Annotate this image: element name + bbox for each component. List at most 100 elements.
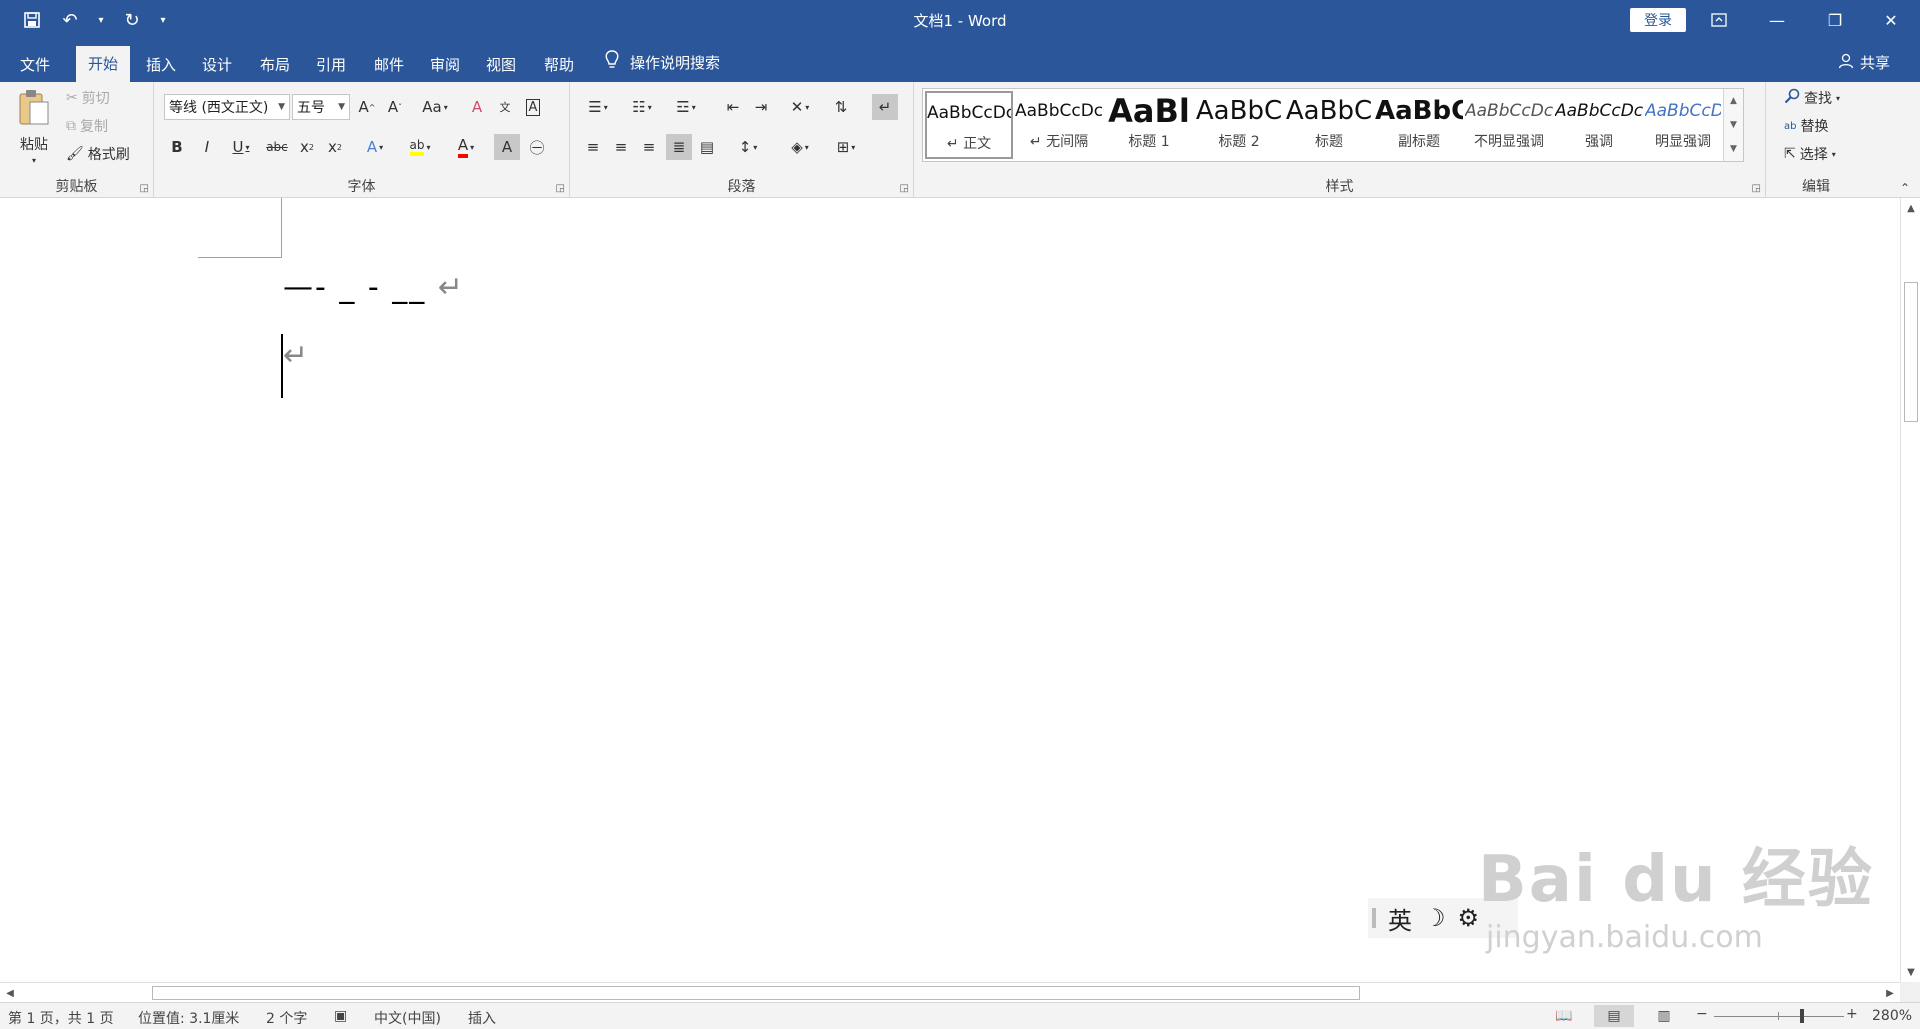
- scroll-left-icon[interactable]: ◀: [0, 983, 20, 1003]
- decrease-indent-icon[interactable]: ⇤: [720, 94, 746, 120]
- print-layout-icon[interactable]: ▤: [1594, 1005, 1634, 1027]
- style-subtitle[interactable]: AaBbC 副标题: [1375, 91, 1463, 159]
- multilevel-list-icon[interactable]: ☲ ▾: [668, 94, 704, 120]
- horizontal-scrollbar[interactable]: ◀ ▶: [0, 982, 1900, 1002]
- gear-icon[interactable]: ⚙: [1458, 904, 1480, 932]
- select-button[interactable]: ⇱ 选择 ▾: [1784, 144, 1836, 164]
- enclose-characters-icon[interactable]: ㊀: [524, 134, 550, 160]
- bullets-icon[interactable]: ☰ ▾: [580, 94, 616, 120]
- justify-icon[interactable]: ≣: [666, 134, 692, 160]
- scroll-right-icon[interactable]: ▶: [1880, 983, 1900, 1003]
- tab-file[interactable]: 文件: [8, 48, 62, 82]
- align-left-icon[interactable]: ≡: [580, 134, 606, 160]
- line-spacing-icon[interactable]: ↕ ▾: [730, 134, 766, 160]
- numbering-icon[interactable]: ☷ ▾: [624, 94, 660, 120]
- font-name-combo[interactable]: 等线 (西文正文) ▼: [164, 94, 290, 120]
- text-effects-icon[interactable]: A ▾: [358, 134, 392, 160]
- chevron-down-icon[interactable]: ▼: [1730, 120, 1737, 130]
- proofing-icon[interactable]: ▣: [334, 1008, 347, 1024]
- shrink-font-icon[interactable]: Aˇ: [382, 94, 408, 120]
- zoom-slider[interactable]: [1714, 1016, 1844, 1017]
- tab-mailings[interactable]: 邮件: [362, 48, 416, 82]
- clipboard-launcher-icon[interactable]: ◲: [140, 183, 149, 194]
- minimize-icon[interactable]: —: [1748, 0, 1806, 40]
- document-paragraph-1[interactable]: —- _ - __ ↵: [283, 270, 465, 305]
- format-painter-button[interactable]: 🖌 格式刷: [66, 144, 130, 164]
- replace-button[interactable]: ab 替换: [1784, 116, 1828, 136]
- phonetic-guide-icon[interactable]: 文: [492, 94, 518, 120]
- copy-button[interactable]: ⧉ 复制: [66, 116, 108, 136]
- language-indicator[interactable]: 中文(中国): [374, 1008, 441, 1028]
- style-subtle-emphasis[interactable]: AaBbCcDc 不明显强调: [1465, 91, 1553, 159]
- superscript-icon[interactable]: x2: [322, 134, 348, 160]
- document-canvas[interactable]: —- _ - __ ↵ ↵ 英 ☽ ⚙ Bai du 经验 jingyan.ba…: [0, 198, 1900, 982]
- cut-button[interactable]: ✂ 剪切: [66, 88, 110, 108]
- share-button[interactable]: 共享: [1838, 52, 1890, 73]
- clear-formatting-icon[interactable]: A: [464, 94, 490, 120]
- word-count[interactable]: 2 个字: [266, 1008, 307, 1028]
- change-case-icon[interactable]: Aa ▾: [418, 94, 452, 120]
- close-icon[interactable]: ✕: [1862, 0, 1920, 40]
- moon-icon[interactable]: ☽: [1424, 904, 1446, 932]
- tab-review[interactable]: 审阅: [418, 48, 472, 82]
- style-title[interactable]: AaBbC 标题: [1285, 91, 1373, 159]
- select-dropdown-icon[interactable]: ▾: [1832, 150, 1836, 159]
- tab-home[interactable]: 开始: [76, 46, 131, 82]
- tab-references[interactable]: 引用: [304, 48, 358, 82]
- ime-language-toggle[interactable]: 英: [1388, 901, 1412, 936]
- character-border-icon[interactable]: A: [520, 94, 546, 120]
- style-heading-1[interactable]: AaBl 标题 1: [1105, 91, 1193, 159]
- cursor-position[interactable]: 位置值: 3.1厘米: [138, 1008, 239, 1028]
- horizontal-scroll-thumb[interactable]: [152, 986, 1360, 1000]
- paragraph-launcher-icon[interactable]: ◲: [900, 183, 909, 194]
- show-hide-marks-icon[interactable]: ↵: [872, 94, 898, 120]
- drag-handle-icon[interactable]: [1372, 908, 1376, 928]
- login-button[interactable]: 登录: [1630, 8, 1686, 32]
- vertical-scroll-thumb[interactable]: [1904, 282, 1918, 422]
- align-center-icon[interactable]: ≡: [608, 134, 634, 160]
- insert-mode[interactable]: 插入: [468, 1008, 496, 1028]
- sort-icon[interactable]: ⇅: [828, 94, 854, 120]
- collapse-ribbon-icon[interactable]: ⌃: [1900, 181, 1910, 195]
- tab-insert[interactable]: 插入: [134, 48, 188, 82]
- increase-indent-icon[interactable]: ⇥: [748, 94, 774, 120]
- tell-me-search[interactable]: 操作说明搜索: [604, 50, 720, 74]
- character-shading-icon[interactable]: A: [494, 134, 520, 160]
- font-color-icon[interactable]: A ▾: [446, 134, 486, 160]
- italic-icon[interactable]: I: [194, 134, 220, 160]
- zoom-slider-thumb[interactable]: [1800, 1009, 1804, 1023]
- tab-help[interactable]: 帮助: [532, 48, 586, 82]
- borders-icon[interactable]: ⊞ ▾: [828, 134, 864, 160]
- chevron-up-icon[interactable]: ▲: [1730, 96, 1737, 106]
- styles-launcher-icon[interactable]: ◲: [1752, 183, 1761, 194]
- zoom-level[interactable]: 280%: [1872, 1008, 1912, 1024]
- restore-icon[interactable]: ❐: [1806, 0, 1864, 40]
- bold-icon[interactable]: B: [164, 134, 190, 160]
- tab-design[interactable]: 设计: [190, 48, 244, 82]
- read-mode-icon[interactable]: 📖: [1544, 1005, 1584, 1027]
- tab-layout[interactable]: 布局: [248, 48, 302, 82]
- find-dropdown-icon[interactable]: ▾: [1836, 94, 1840, 103]
- style-no-spacing[interactable]: AaBbCcDc ↵ 无间隔: [1015, 91, 1103, 159]
- grow-font-icon[interactable]: A ^: [354, 94, 380, 120]
- web-layout-icon[interactable]: ▥: [1644, 1005, 1684, 1027]
- font-size-combo[interactable]: 五号 ▼: [292, 94, 350, 120]
- expand-gallery-icon[interactable]: ▼: [1730, 144, 1737, 154]
- distributed-icon[interactable]: ▤: [694, 134, 720, 160]
- underline-icon[interactable]: U ▾: [224, 134, 258, 160]
- scroll-down-icon[interactable]: ▼: [1901, 962, 1920, 982]
- tab-view[interactable]: 视图: [474, 48, 528, 82]
- zoom-in-icon[interactable]: +: [1846, 1006, 1858, 1022]
- subscript-icon[interactable]: x2: [294, 134, 320, 160]
- page-count[interactable]: 第 1 页，共 1 页: [8, 1008, 114, 1028]
- highlight-color-icon[interactable]: ab ▾: [400, 134, 440, 160]
- style-normal[interactable]: AaBbCcDc ↵ 正文: [925, 91, 1013, 159]
- document-paragraph-2[interactable]: ↵: [283, 338, 308, 373]
- style-intense-emphasis[interactable]: AaBbCcDc 明显强调: [1645, 91, 1721, 159]
- style-heading-2[interactable]: AaBbC 标题 2: [1195, 91, 1283, 159]
- chinese-layout-icon[interactable]: ✕ ▾: [782, 94, 818, 120]
- align-right-icon[interactable]: ≡: [636, 134, 662, 160]
- zoom-out-icon[interactable]: −: [1696, 1006, 1708, 1022]
- ribbon-display-options-icon[interactable]: [1690, 0, 1748, 40]
- font-launcher-icon[interactable]: ◲: [556, 183, 565, 194]
